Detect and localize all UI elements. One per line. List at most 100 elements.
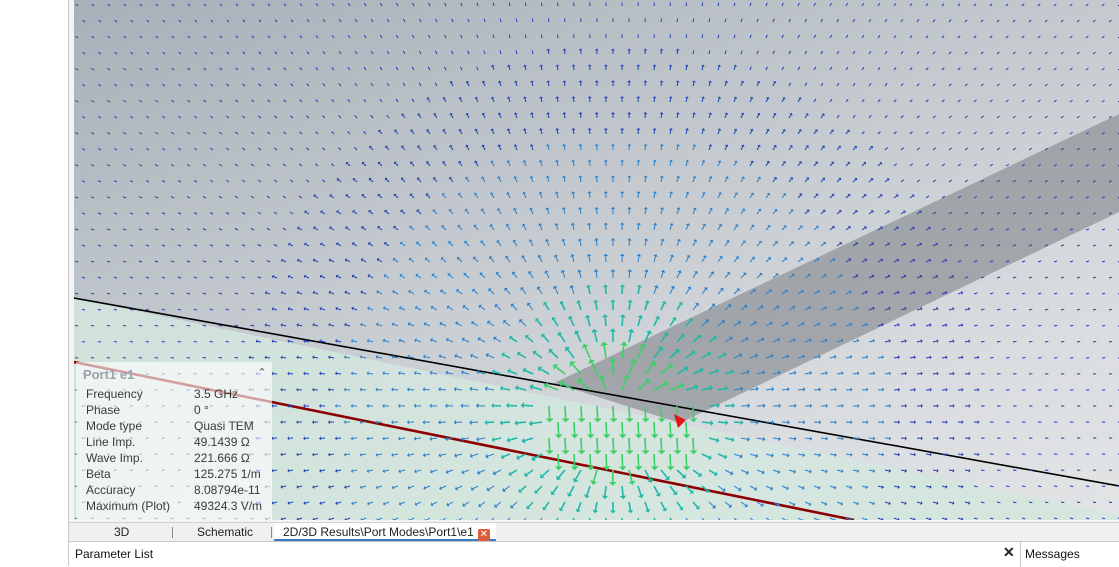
field-arrow	[741, 178, 743, 182]
field-arrow	[702, 422, 711, 423]
field-arrow	[541, 162, 542, 166]
field-arrow	[353, 341, 357, 342]
field-arrow	[1029, 341, 1032, 342]
field-arrow	[1022, 486, 1025, 487]
field-arrow	[862, 195, 865, 198]
field-arrow	[545, 304, 549, 310]
field-arrow	[463, 372, 469, 374]
field-arrow	[91, 293, 94, 294]
field-arrow	[91, 325, 94, 326]
field-arrow	[965, 470, 969, 471]
field-arrow-head	[636, 96, 640, 98]
field-arrow	[187, 164, 190, 166]
field-arrow	[283, 260, 286, 262]
field-arrow	[91, 229, 94, 230]
field-arrow	[475, 226, 478, 230]
field-arrow	[451, 83, 453, 86]
field-arrow	[949, 52, 951, 54]
field-arrow	[418, 243, 421, 246]
field-arrow	[412, 131, 414, 134]
field-arrow	[363, 260, 366, 262]
field-arrow	[364, 99, 366, 102]
field-arrow	[557, 66, 558, 70]
field-arrow	[171, 100, 174, 102]
field-arrow	[541, 66, 542, 70]
field-arrow	[661, 241, 662, 246]
close-icon[interactable]: ✕	[478, 529, 490, 541]
field-arrow	[385, 276, 389, 278]
field-arrow	[268, 68, 270, 70]
field-arrow-head	[914, 420, 916, 424]
field-arrow	[346, 325, 350, 326]
field-arrow	[419, 51, 421, 54]
tab-schematic[interactable]: Schematic	[197, 523, 253, 541]
tab-3d[interactable]: 3D	[114, 523, 129, 541]
field-arrow	[490, 290, 494, 294]
field-arrow	[997, 116, 1000, 118]
field-arrow	[661, 406, 662, 418]
field-arrow	[338, 148, 341, 150]
field-arrow	[1102, 68, 1104, 70]
field-arrow	[146, 277, 149, 278]
field-arrow	[741, 242, 744, 246]
field-arrow	[291, 116, 293, 118]
field-arrow	[433, 308, 437, 310]
field-arrow	[428, 131, 430, 134]
field-arrow	[734, 3, 735, 6]
field-arrow-head	[914, 453, 916, 457]
field-arrow	[878, 3, 880, 6]
field-arrow	[172, 36, 174, 38]
field-arrow	[1077, 245, 1080, 246]
field-arrow	[757, 178, 759, 182]
field-arrow	[1022, 293, 1025, 294]
field-arrow-head	[636, 128, 640, 130]
field-arrow	[1022, 68, 1024, 70]
parameter-list-close-icon[interactable]: ✕	[1003, 544, 1015, 561]
field-arrow	[525, 370, 533, 374]
field-arrow	[821, 243, 824, 246]
field-arrow	[974, 164, 977, 166]
field-arrow	[949, 470, 953, 471]
field-arrow	[299, 260, 302, 262]
field-arrow	[291, 52, 293, 54]
field-arrow	[910, 196, 913, 198]
field-arrow	[725, 242, 728, 246]
field-arrow	[901, 341, 905, 342]
field-arrow	[508, 162, 510, 166]
field-arrow	[547, 386, 558, 390]
field-arrow	[540, 225, 542, 230]
field-arrow	[507, 258, 510, 262]
chevron-up-icon[interactable]: ⌃	[256, 367, 268, 379]
tab-port-mode-results[interactable]: 2D/3D Results\Port Modes\Port1\e1✕	[274, 523, 496, 541]
field-arrow	[846, 357, 850, 358]
field-arrow	[236, 4, 238, 6]
field-arrow	[1093, 84, 1096, 86]
field-arrow	[227, 20, 229, 22]
field-arrow	[974, 325, 978, 326]
field-arrow	[481, 307, 485, 310]
field-arrow	[461, 35, 462, 38]
field-arrow	[497, 306, 501, 310]
field-arrow	[108, 4, 110, 6]
field-arrow	[837, 244, 840, 246]
field-arrow-head	[593, 300, 599, 303]
field-arrow	[477, 3, 478, 6]
field-arrow	[387, 147, 389, 150]
field-arrow	[750, 67, 751, 70]
field-arrow	[718, 130, 719, 134]
field-arrow	[338, 180, 341, 182]
field-arrow	[958, 293, 961, 294]
field-arrow-head	[835, 420, 837, 424]
field-arrow	[654, 162, 655, 166]
field-arrow	[348, 131, 350, 134]
field-arrow-head	[653, 96, 657, 98]
field-arrow-head	[620, 128, 624, 130]
field-arrow	[949, 116, 952, 118]
field-arrow	[543, 336, 549, 342]
field-arrow-head	[803, 387, 805, 391]
field-arrow	[585, 347, 590, 358]
field-arrow	[965, 148, 968, 150]
field-arrow	[243, 52, 245, 54]
field-arrow	[531, 210, 533, 214]
field-arrow	[107, 165, 110, 166]
